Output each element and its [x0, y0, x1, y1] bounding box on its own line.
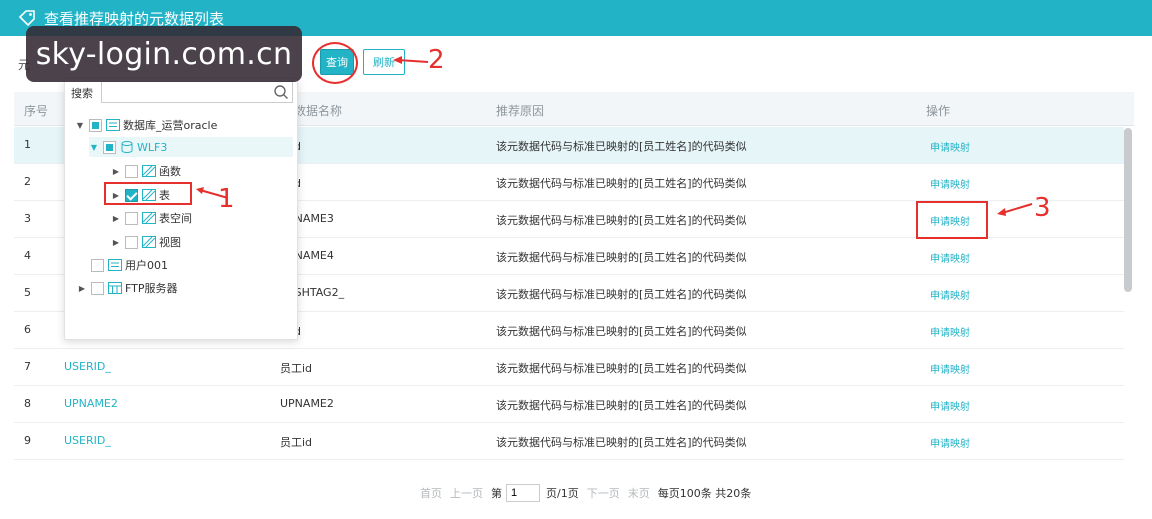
tree-checkbox[interactable]	[125, 164, 138, 178]
prev-page-link[interactable]: 上一页	[450, 485, 483, 501]
annotation-number-2: 2	[428, 45, 445, 75]
row-index: 8	[24, 397, 31, 410]
apply-mapping-link[interactable]: 申请映射	[930, 139, 970, 154]
tree-checkbox[interactable]	[89, 118, 102, 132]
tree-node-wlf3[interactable]: ▼ WLF3	[89, 137, 293, 157]
row-reason: 该元数据代码与标准已映射的[员工姓名]的代码类似	[496, 140, 747, 153]
table-row[interactable]: 9 USERID_ 员工id 该元数据代码与标准已映射的[员工姓名]的代码类似 申请映射	[14, 423, 1124, 460]
resource-tree-dropdown: 搜索 ▼ 数据库_运营oracle ▼ WLF3 ▶ 函数 ▶ 表 ▶ 表空间 …	[64, 78, 298, 340]
tree-node-database[interactable]: ▼ 数据库_运营oracle	[75, 115, 217, 135]
row-index: 2	[24, 175, 31, 188]
collapsed-arrow-icon[interactable]: ▶	[111, 214, 121, 223]
annotation-arrow-2	[393, 56, 429, 64]
tree-checkbox[interactable]	[125, 235, 138, 249]
row-index: 3	[24, 212, 31, 225]
col-reason-header: 推荐原因	[496, 104, 545, 118]
apply-mapping-link[interactable]: 申请映射	[930, 398, 970, 413]
annotation-box-tables	[104, 182, 192, 205]
page-suffix: 页/1页	[546, 487, 579, 500]
row-meta-code-link[interactable]: USERID_	[64, 434, 111, 447]
col-action-header: 操作	[926, 104, 951, 118]
apply-mapping-link[interactable]: 申请映射	[930, 361, 970, 376]
row-reason: 该元数据代码与标准已映射的[员工姓名]的代码类似	[496, 288, 747, 301]
row-reason: 该元数据代码与标准已映射的[员工姓名]的代码类似	[496, 399, 747, 412]
next-page-link[interactable]: 下一页	[587, 485, 620, 501]
database-icon	[121, 141, 133, 153]
tree-node-functions[interactable]: ▶ 函数	[111, 161, 181, 181]
collapsed-arrow-icon[interactable]: ▶	[111, 167, 121, 176]
annotation-number-3: 3	[1034, 193, 1051, 223]
row-meta-code-link[interactable]: USERID_	[64, 360, 111, 373]
annotation-number-1: 1	[218, 184, 235, 214]
row-meta-name: 员工id	[280, 436, 313, 449]
page-prefix: 第	[491, 487, 502, 500]
row-index: 7	[24, 360, 31, 373]
search-icon[interactable]	[273, 84, 289, 100]
row-reason: 该元数据代码与标准已映射的[员工姓名]的代码类似	[496, 177, 747, 190]
row-reason: 该元数据代码与标准已映射的[员工姓名]的代码类似	[496, 362, 747, 375]
pagination: 首页 上一页 第 页/1页 下一页 末页 每页100条 共20条	[420, 483, 759, 503]
tree-search-input[interactable]	[101, 81, 293, 103]
row-meta-name: 员工id	[280, 362, 313, 375]
row-index: 5	[24, 286, 31, 299]
collapsed-arrow-icon[interactable]: ▶	[111, 238, 121, 247]
page-summary: 每页100条 共20条	[657, 487, 752, 500]
database-list-icon	[106, 119, 120, 131]
row-index: 1	[24, 138, 31, 151]
vertical-scrollbar[interactable]	[1124, 128, 1132, 292]
tree-node-label: 数据库_运营oracle	[123, 119, 218, 132]
row-reason: 该元数据代码与标准已映射的[员工姓名]的代码类似	[496, 325, 747, 338]
row-reason: 该元数据代码与标准已映射的[员工姓名]的代码类似	[496, 214, 747, 227]
tree-node-label: 函数	[159, 165, 181, 178]
tag-icon	[18, 10, 35, 27]
last-page-link[interactable]: 末页	[628, 485, 650, 501]
tree-node-ftp-server[interactable]: ▶ FTP服务器	[77, 278, 178, 298]
tree-checkbox[interactable]	[91, 281, 104, 295]
tree-node-label: WLF3	[137, 140, 168, 154]
tree-node-label: FTP服务器	[125, 282, 178, 295]
annotation-box-apply	[916, 201, 988, 239]
tree-checkbox[interactable]	[91, 258, 104, 272]
row-reason: 该元数据代码与标准已映射的[员工姓名]的代码类似	[496, 436, 747, 449]
tree-node-user001[interactable]: 用户001	[91, 255, 168, 275]
tree-checkbox[interactable]	[103, 140, 116, 154]
row-meta-code-link[interactable]: UPNAME2	[64, 397, 118, 410]
col-name-header: 数据名称	[294, 104, 343, 118]
apply-mapping-link[interactable]: 申请映射	[930, 287, 970, 302]
row-index: 4	[24, 249, 31, 262]
database-list-icon	[108, 259, 122, 271]
folder-striped-icon	[142, 236, 156, 248]
apply-mapping-link[interactable]: 申请映射	[930, 176, 970, 191]
expanded-arrow-icon[interactable]: ▼	[89, 143, 99, 152]
tree-checkbox[interactable]	[125, 211, 138, 225]
tree-node-views[interactable]: ▶ 视图	[111, 232, 181, 252]
row-index: 6	[24, 323, 31, 336]
page-number-input[interactable]	[506, 484, 540, 502]
row-index: 9	[24, 434, 31, 447]
tree-node-label: 表空间	[159, 212, 192, 225]
apply-mapping-link[interactable]: 申请映射	[930, 435, 970, 450]
expanded-arrow-icon[interactable]: ▼	[75, 121, 85, 130]
annotation-arrow-3	[997, 203, 1033, 216]
annotation-circle-query	[312, 42, 358, 84]
row-reason: 该元数据代码与标准已映射的[员工姓名]的代码类似	[496, 251, 747, 264]
table-row[interactable]: 7 USERID_ 员工id 该元数据代码与标准已映射的[员工姓名]的代码类似 申请映射	[14, 349, 1124, 386]
tree-node-label: 视图	[159, 236, 181, 249]
apply-mapping-link[interactable]: 申请映射	[930, 250, 970, 265]
collapsed-arrow-icon[interactable]: ▶	[77, 284, 87, 293]
watermark: sky-login.com.cn	[26, 26, 302, 82]
row-meta-name: UPNAME2	[280, 397, 334, 410]
folder-striped-icon	[142, 212, 156, 224]
tree-search-label: 搜索	[71, 87, 93, 100]
apply-mapping-link[interactable]: 申请映射	[930, 324, 970, 339]
table-row[interactable]: 8 UPNAME2 UPNAME2 该元数据代码与标准已映射的[员工姓名]的代码类似 申…	[14, 386, 1124, 423]
tree-node-label: 用户001	[125, 259, 168, 272]
col-index-header: 序号	[24, 104, 49, 118]
tree-node-tablespaces[interactable]: ▶ 表空间	[111, 208, 192, 228]
page: 查看推荐映射的元数据列表 元 查询 刷新 序号 数据名称 推荐原因 操作 1工i…	[0, 0, 1152, 519]
first-page-link[interactable]: 首页	[420, 485, 442, 501]
folder-striped-icon	[142, 165, 156, 177]
server-grid-icon	[108, 282, 122, 294]
